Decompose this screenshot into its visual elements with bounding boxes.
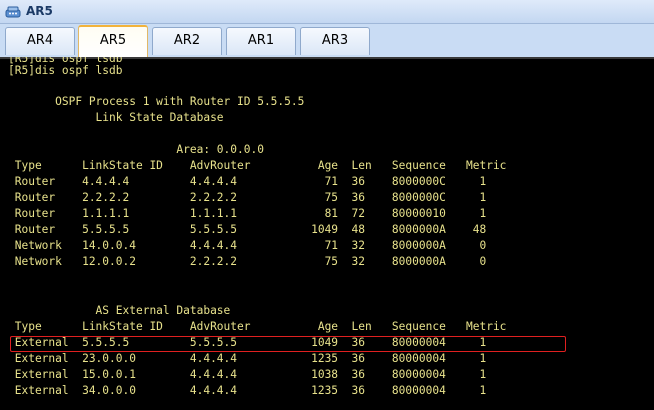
- terminal-line: External 34.0.0.0 4.4.4.4 1235 36 800000…: [8, 384, 487, 397]
- terminal-console[interactable]: [R5]dis ospf lsdb [R5]dis ospf lsdb OSPF…: [0, 57, 654, 410]
- terminal-line: Network 12.0.0.2 2.2.2.2 75 32 8000000A …: [8, 255, 487, 268]
- window-title: AR5: [26, 4, 53, 18]
- window-title-bar: AR5: [0, 0, 654, 24]
- terminal-line: Type LinkState ID AdvRouter Age Len Sequ…: [8, 320, 507, 333]
- terminal-line: Router 5.5.5.5 5.5.5.5 1049 48 8000000A …: [8, 223, 487, 236]
- terminal-line: Type LinkState ID AdvRouter Age Len Sequ…: [8, 159, 507, 172]
- terminal-line: External 23.0.0.0 4.4.4.4 1235 36 800000…: [8, 352, 487, 365]
- terminal-line: AS External Database: [8, 304, 231, 317]
- terminal-line: [R5]dis ospf lsdb: [8, 64, 123, 77]
- tab-ar3[interactable]: AR3: [300, 27, 370, 55]
- terminal-line: External 15.0.0.1 4.4.4.4 1038 36 800000…: [8, 368, 487, 381]
- session-tab-bar: AR4 AR5 AR2 AR1 AR3: [0, 24, 654, 57]
- row-highlight-box: [10, 336, 566, 352]
- router-icon: [5, 6, 21, 18]
- terminal-line: Router 2.2.2.2 2.2.2.2 75 36 8000000C 1: [8, 191, 487, 204]
- terminal-line: OSPF Process 1 with Router ID 5.5.5.5: [8, 95, 305, 108]
- terminal-line: Router 4.4.4.4 4.4.4.4 71 36 8000000C 1: [8, 175, 487, 188]
- terminal-line: Router 1.1.1.1 1.1.1.1 81 72 80000010 1: [8, 207, 487, 220]
- terminal-line: Network 14.0.0.4 4.4.4.4 71 32 8000000A …: [8, 239, 487, 252]
- tab-ar4[interactable]: AR4: [5, 27, 75, 55]
- tab-ar1[interactable]: AR1: [226, 27, 296, 55]
- tab-ar2[interactable]: AR2: [152, 27, 222, 55]
- terminal-line: Area: 0.0.0.0: [8, 143, 264, 156]
- terminal-line: Link State Database: [8, 111, 224, 124]
- tab-ar5[interactable]: AR5: [78, 25, 148, 57]
